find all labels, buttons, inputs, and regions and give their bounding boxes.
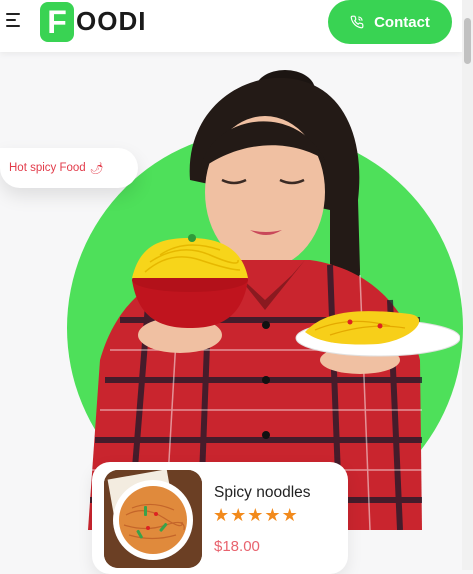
product-price: $18.00 bbox=[214, 538, 260, 555]
logo-text[interactable]: OODI bbox=[76, 6, 146, 36]
menu-icon[interactable] bbox=[6, 13, 22, 27]
logo-badge[interactable]: F bbox=[40, 2, 74, 42]
phone-icon bbox=[350, 15, 364, 29]
product-card[interactable]: Spicy noodles ★ ★ ★ ★ ★ $18.00 bbox=[92, 462, 348, 574]
star-icon: ★ bbox=[247, 505, 264, 525]
hero-person-image bbox=[88, 70, 460, 530]
top-navbar: F OODI Contact bbox=[0, 0, 462, 52]
contact-button[interactable]: Contact bbox=[328, 0, 452, 44]
star-icon: ★ bbox=[230, 505, 247, 525]
spicy-noodles-image bbox=[104, 470, 202, 568]
star-icon: ★ bbox=[264, 505, 281, 525]
star-icon: ★ bbox=[213, 505, 230, 525]
tag-label: Hot spicy Food bbox=[9, 162, 86, 174]
hot-spicy-food-tag: Hot spicy Food 🌶 bbox=[0, 148, 138, 188]
star-icon: ★ bbox=[281, 505, 298, 525]
rating-stars: ★ ★ ★ ★ ★ bbox=[213, 506, 298, 524]
product-name: Spicy noodles bbox=[214, 484, 311, 501]
contact-label: Contact bbox=[374, 13, 430, 31]
scrollbar-thumb[interactable] bbox=[464, 18, 471, 64]
chili-pepper-icon: 🌶 bbox=[89, 162, 104, 175]
scrollbar[interactable] bbox=[462, 0, 473, 570]
